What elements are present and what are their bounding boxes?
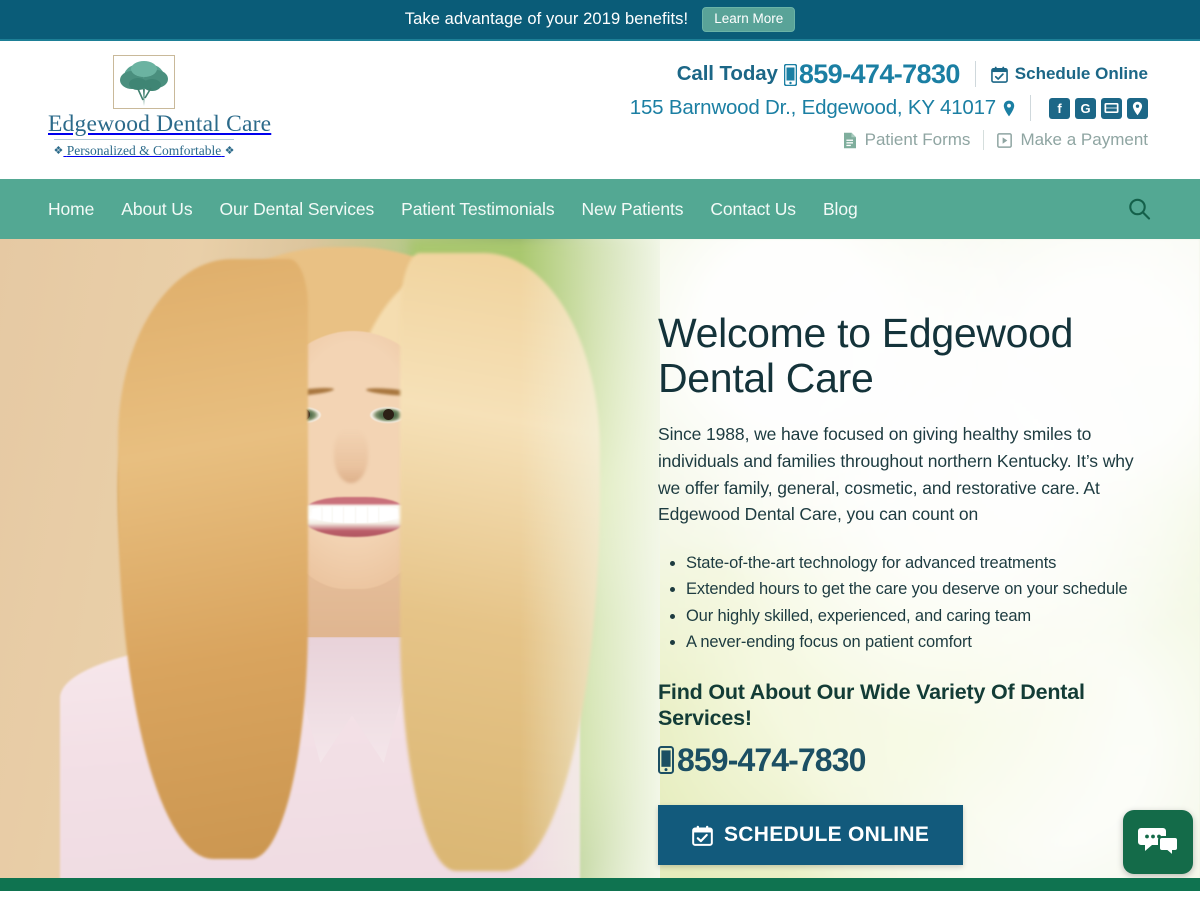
payment-icon [997,132,1013,148]
hero-paragraph: Since 1988, we have focused on giving he… [658,424,1134,525]
nav-item-contact-us[interactable]: Contact Us [710,199,796,220]
main-navigation: Home About Us Our Dental Services Patien… [0,179,1200,239]
photo-teeth [312,507,398,523]
site-logo[interactable]: Edgewood Dental Care ❖ Personalized & Co… [48,55,272,159]
chat-widget-button[interactable] [1123,810,1193,874]
header-phone-link[interactable]: 859-474-7830 [783,58,961,90]
list-item: State-of-the-art technology for advanced… [686,550,1158,577]
promo-bar: Take advantage of your 2019 benefits! Le… [0,0,1200,41]
social-links: f G [1049,97,1148,119]
header-divider [974,61,976,87]
hero-bullet-list: State-of-the-art technology for advanced… [686,550,1158,656]
nav-item-about-us[interactable]: About Us [121,199,192,220]
page-root: Take advantage of your 2019 benefits! Le… [0,0,1200,900]
leaf-icon: ❖ [224,144,235,157]
call-today-label: Call Today [676,62,778,85]
make-payment-link[interactable]: Make a Payment [997,130,1148,150]
logo-tagline-row: ❖ Personalized & Comfortable ❖ [48,143,240,159]
header-sublinks-row: Patient Forms Make a Payment [630,126,1148,154]
leaf-icon: ❖ [53,144,64,157]
photo-pupil-right [383,409,394,420]
nav-item-blog[interactable]: Blog [823,199,858,220]
hero-content: Welcome to Edgewood Dental Care Since 19… [658,310,1158,866]
calendar-check-icon [990,66,1008,83]
schedule-online-link[interactable]: Schedule Online [990,64,1148,84]
make-payment-label: Make a Payment [1020,130,1148,149]
map-location-icon[interactable] [1127,97,1148,119]
header-contact: Call Today 859-474-7830 Schedule Online … [630,57,1148,154]
facebook-icon[interactable]: f [1049,97,1070,119]
list-item: Our highly skilled, experienced, and car… [686,603,1158,630]
header-phone-number: 859-474-7830 [798,58,961,89]
nav-item-home[interactable]: Home [48,199,94,220]
patient-forms-link[interactable]: Patient Forms [843,130,971,150]
hero-photo [0,239,660,891]
patient-forms-label: Patient Forms [864,130,971,149]
document-icon [843,132,856,148]
nav-item-patient-testimonials[interactable]: Patient Testimonials [401,199,554,220]
header-divider [983,130,985,150]
nav-item-our-dental-services[interactable]: Our Dental Services [219,199,374,220]
nav-items: Home About Us Our Dental Services Patien… [48,199,858,220]
hero-subheading: Find Out About Our Wide Variety Of Denta… [658,680,1085,730]
learn-more-button[interactable]: Learn More [702,6,796,33]
site-header: Edgewood Dental Care ❖ Personalized & Co… [0,41,1200,179]
nav-item-new-patients[interactable]: New Patients [581,199,683,220]
schedule-online-button[interactable]: SCHEDULE ONLINE [658,805,964,866]
address-text: 155 Barnwood Dr., Edgewood, KY 41017 [629,96,996,119]
schedule-online-button-label: SCHEDULE ONLINE [724,823,930,847]
header-phone-row: Call Today 859-474-7830 Schedule Online [630,57,1148,91]
bottom-strip [0,878,1200,891]
youtube-icon[interactable] [1101,97,1122,119]
header-divider [1030,95,1031,121]
logo-divider [54,138,234,140]
logo-tagline: Personalized & Comfortable [66,142,222,158]
list-item: Extended hours to get the care you deser… [686,576,1158,603]
photo-edge-fade [520,239,660,891]
google-icon[interactable]: G [1075,97,1096,119]
chat-bubbles-icon [1138,827,1178,858]
logo-name: Edgewood Dental Care [48,111,272,137]
hero-section: Welcome to Edgewood Dental Care Since 19… [0,239,1200,891]
list-item: A never-ending focus on patient comfort [686,629,1158,656]
mobile-phone-icon [658,746,674,775]
hero-heading: Welcome to Edgewood Dental Care [658,310,1074,401]
hero-phone-number: 859-474-7830 [677,741,866,778]
photo-nose [334,429,368,483]
address-link[interactable]: 155 Barnwood Dr., Edgewood, KY 41017 [630,96,1015,120]
header-address-row: 155 Barnwood Dr., Edgewood, KY 41017 f G [630,92,1148,124]
promo-text: Take advantage of your 2019 benefits! [404,10,689,28]
tree-icon [113,55,175,109]
calendar-check-icon [692,825,713,846]
map-pin-icon [1003,100,1015,116]
hero-phone-link[interactable]: 859-474-7830 [658,741,866,779]
schedule-online-label: Schedule Online [1014,64,1148,83]
search-icon[interactable] [1127,197,1152,222]
